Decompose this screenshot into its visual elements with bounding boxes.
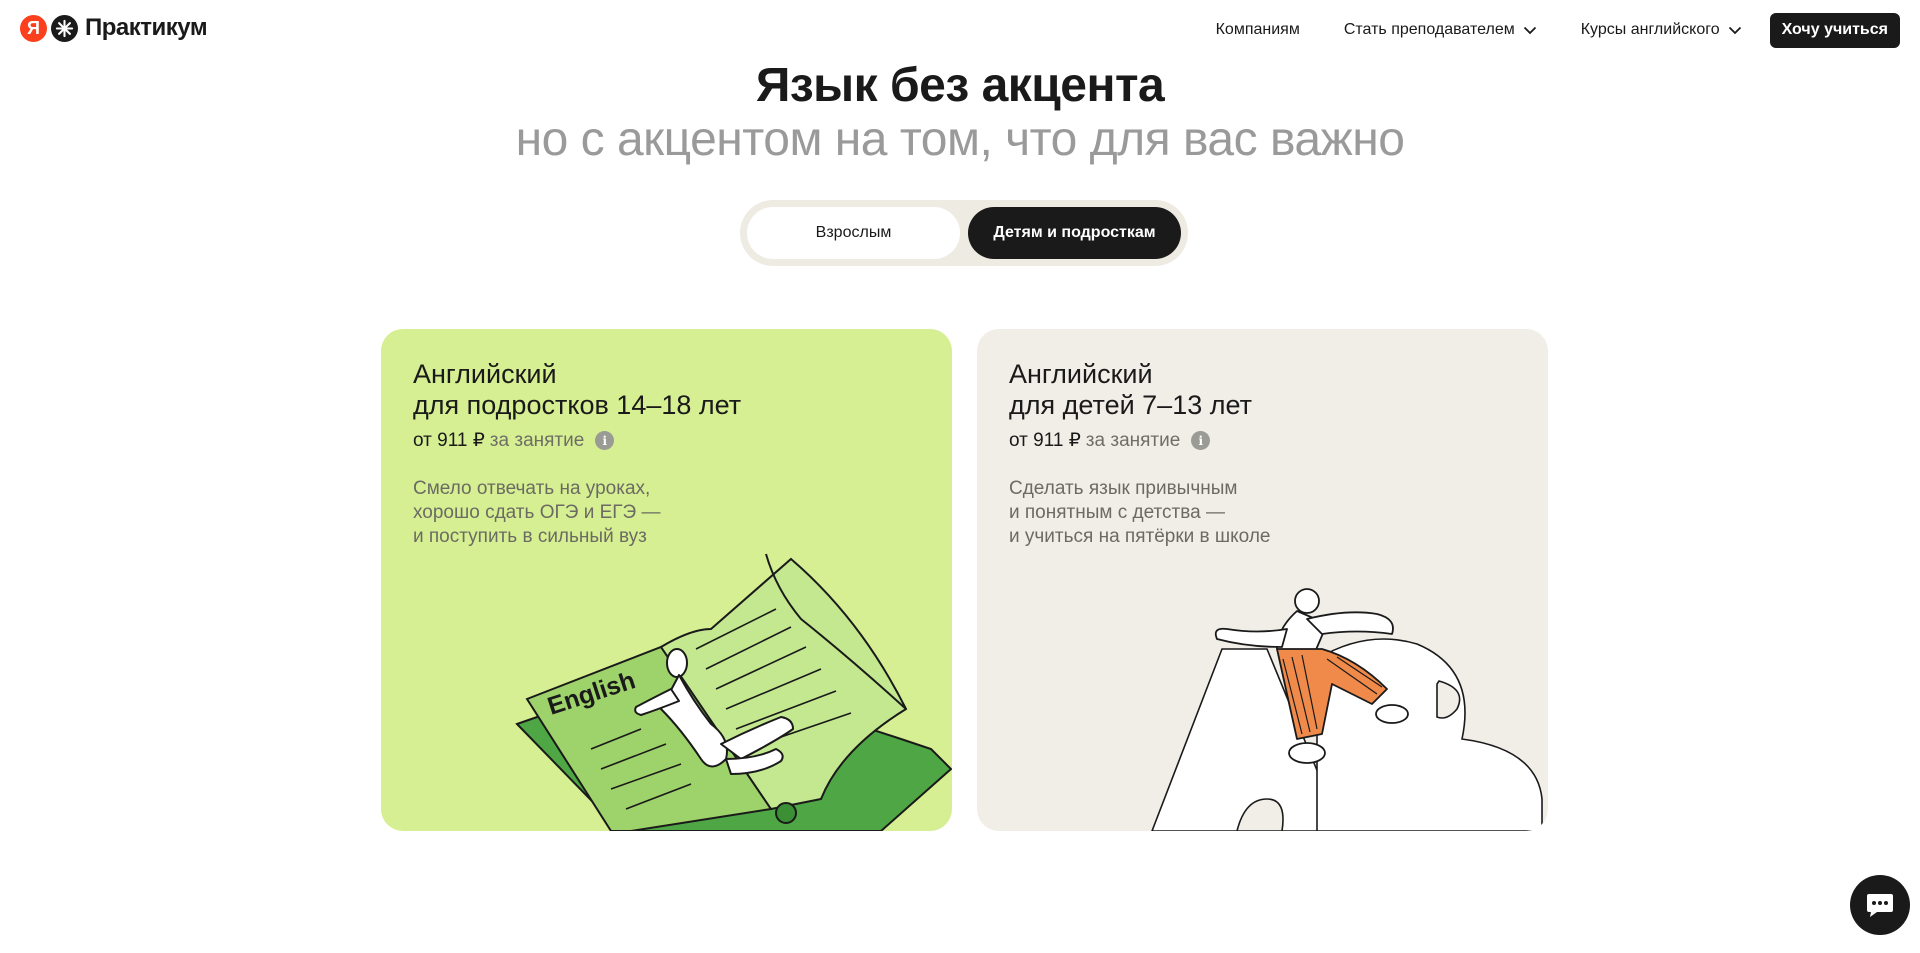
course-card-teens[interactable]: Английский для подростков 14–18 лет от 9… [381, 329, 952, 831]
nav-item-label: Стать преподавателем [1343, 21, 1515, 38]
page-title: Язык без акцента [755, 59, 1165, 112]
tab-kids-teens[interactable]: Детям и подросткам [968, 207, 1181, 259]
site-header: Я Практикум Компаниям Стать преподавател… [0, 0, 1920, 60]
chevron-down-icon [1523, 26, 1536, 34]
yandex-logo-icon: Я [20, 14, 47, 42]
letters-climber-illustration [1151, 588, 1543, 831]
chat-icon [1867, 894, 1893, 917]
want-to-study-button[interactable]: Хочу учиться [1769, 12, 1900, 48]
chat-button[interactable] [1850, 875, 1910, 935]
star-logo-icon [51, 14, 78, 42]
nav-item-english-courses[interactable]: Курсы английского [1581, 21, 1742, 39]
book-illustration: English [515, 553, 952, 831]
brand-logo[interactable]: Я Практикум [20, 13, 208, 43]
nav-item-become-teacher[interactable]: Стать преподавателем [1344, 21, 1537, 39]
audience-switch: Взрослым Детям и подросткам [740, 200, 1188, 266]
main-nav: Компаниям Стать преподавателем Курсы анг… [1216, 12, 1900, 48]
page-subtitle: но с акцентом на том, что для вас важно [515, 113, 1405, 166]
nav-item-label: Компаниям [1215, 21, 1300, 38]
course-card-kids[interactable]: Английский для детей 7–13 лет от 911 ₽ з… [977, 329, 1548, 831]
tab-adults[interactable]: Взрослым [747, 207, 960, 259]
chevron-down-icon [1728, 26, 1741, 34]
brand-name: Практикум [85, 14, 208, 41]
nav-item-companies[interactable]: Компаниям [1216, 21, 1300, 39]
nav-item-label: Курсы английского [1580, 21, 1720, 38]
